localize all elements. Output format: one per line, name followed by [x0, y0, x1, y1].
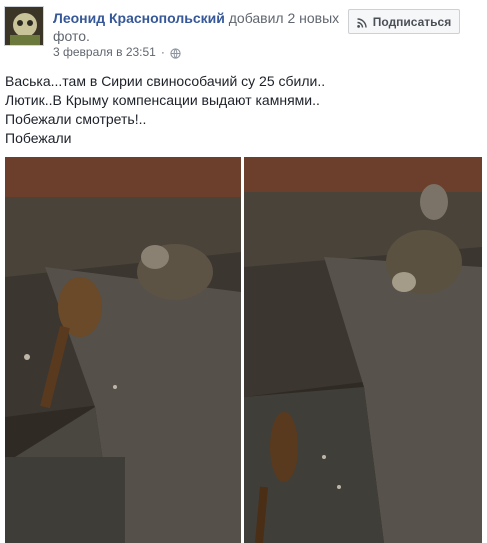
photo-1[interactable]: [5, 157, 241, 543]
post-text-line: Васька...там в Сирии свинособачий су 25 …: [5, 73, 326, 89]
post-text-line: Побежали смотреть!..: [5, 111, 147, 127]
photo-grid: [5, 157, 482, 543]
avatar-image: [5, 7, 43, 45]
follow-button-label: Подписаться: [372, 14, 452, 29]
post-meta: 3 февраля в 23:51 ·: [53, 44, 181, 60]
photo-1-image: [5, 157, 241, 543]
post-timestamp[interactable]: 3 февраля в 23:51: [53, 44, 156, 60]
follow-button[interactable]: Подписаться: [348, 9, 460, 34]
post-text-line: Побежали: [5, 130, 72, 146]
post-text-line: Лютик..В Крыму компенсации выдают камням…: [5, 92, 320, 108]
photo-2[interactable]: [244, 157, 482, 543]
post-body: Васька...там в Сирии свинособачий су 25 …: [5, 72, 475, 148]
post-header: Леонид Краснопольский добавил 2 новых фо…: [0, 0, 487, 70]
photo-2-image: [244, 157, 482, 543]
globe-icon[interactable]: [170, 47, 181, 59]
meta-separator: ·: [160, 45, 165, 59]
rss-icon: [356, 17, 367, 28]
post-title-line: Леонид Краснопольский добавил 2 новых фо…: [53, 9, 343, 45]
author-name[interactable]: Леонид Краснопольский: [53, 10, 225, 26]
avatar[interactable]: [4, 6, 44, 46]
